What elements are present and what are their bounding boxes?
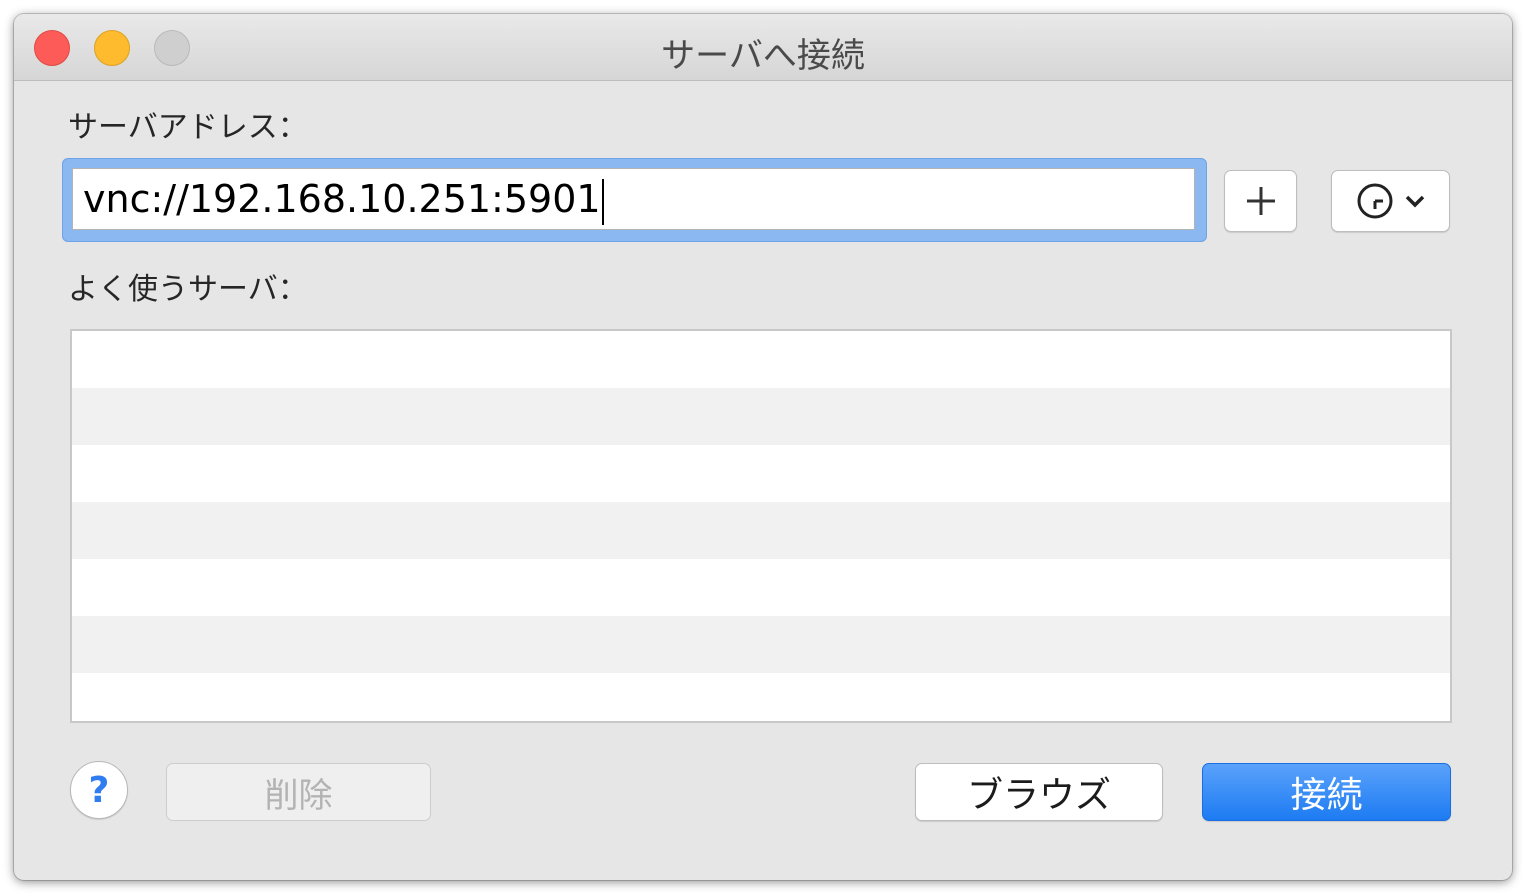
list-row bbox=[72, 559, 1450, 616]
help-button[interactable]: ? bbox=[70, 761, 128, 819]
title-bar[interactable]: サーバへ接続 bbox=[14, 14, 1512, 81]
connect-to-server-window: サーバへ接続 サーバアドレス： vnc://192.168.10.251:590… bbox=[14, 14, 1512, 880]
list-row bbox=[72, 502, 1450, 559]
list-row bbox=[72, 673, 1450, 721]
favorite-servers-label: よく使うサーバ： bbox=[68, 272, 308, 307]
chevron-down-icon bbox=[1405, 195, 1424, 208]
plus-icon bbox=[1246, 187, 1275, 215]
list-row bbox=[72, 388, 1450, 445]
window-title: サーバへ接続 bbox=[661, 36, 865, 76]
text-caret bbox=[601, 178, 604, 225]
clock-icon bbox=[1357, 183, 1392, 219]
connect-button[interactable]: 接続 bbox=[1202, 763, 1451, 821]
browse-button[interactable]: ブラウズ bbox=[915, 763, 1163, 821]
list-row bbox=[72, 445, 1450, 502]
server-address-label: サーバアドレス： bbox=[68, 110, 308, 145]
delete-button: 削除 bbox=[166, 763, 431, 821]
favorite-servers-list[interactable] bbox=[70, 329, 1452, 723]
add-favorite-button[interactable] bbox=[1224, 170, 1297, 232]
list-row bbox=[72, 616, 1450, 673]
recent-servers-button[interactable] bbox=[1331, 170, 1450, 232]
list-row bbox=[72, 331, 1450, 388]
server-address-input[interactable]: vnc://192.168.10.251:5901 bbox=[72, 168, 1195, 230]
server-address-value: vnc://192.168.10.251:5901 bbox=[83, 177, 601, 221]
